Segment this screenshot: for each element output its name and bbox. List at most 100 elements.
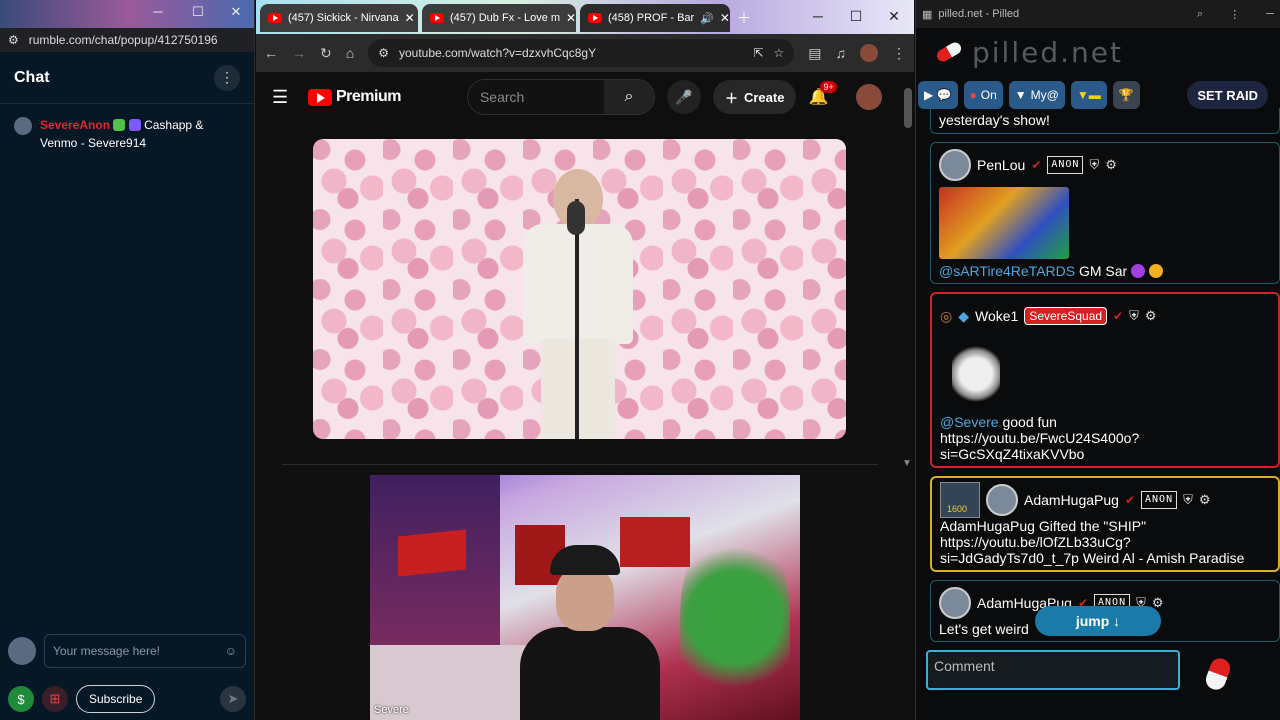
- pill-send-icon[interactable]: [1203, 655, 1233, 693]
- bookmark-star-icon[interactable]: ☆: [774, 46, 785, 60]
- youtube-premium-logo[interactable]: Premium: [308, 88, 401, 106]
- close-icon[interactable]: ✕: [882, 8, 906, 25]
- gear-icon[interactable]: ⚙: [1145, 308, 1157, 324]
- app-icon: ▦: [922, 8, 933, 21]
- youtube-link-cont[interactable]: si=JdGadyTs7d0_t_7p Weird Al - Amish Par…: [940, 550, 1244, 566]
- maximize-icon[interactable]: ☐: [844, 8, 868, 25]
- tab-close-icon[interactable]: ✕: [720, 11, 730, 25]
- more-options-icon[interactable]: ⋮: [214, 64, 240, 91]
- shield-icon[interactable]: ⛨: [1129, 308, 1139, 324]
- chat-title: Chat: [14, 68, 50, 86]
- profile-icon[interactable]: [860, 44, 878, 62]
- gift-icon[interactable]: ⊞: [42, 686, 68, 712]
- filter-pill-button[interactable]: ▼▬: [1070, 81, 1107, 109]
- forward-icon[interactable]: →: [292, 45, 306, 61]
- microphone: [567, 201, 585, 235]
- pilled-logo[interactable]: pilled.net: [972, 36, 1123, 69]
- youtube-link[interactable]: https://youtu.be/lOfZLb33uCg?: [940, 534, 1131, 550]
- site-info-icon[interactable]: ⚙: [378, 46, 389, 60]
- back-icon[interactable]: ←: [264, 45, 278, 61]
- toggle-on-button[interactable]: ● On: [963, 81, 1003, 109]
- graffiti-logo-image[interactable]: [952, 342, 1000, 406]
- minimize-icon[interactable]: ─: [806, 8, 830, 24]
- scroll-down-icon[interactable]: ▼: [902, 458, 912, 469]
- youtube-logo-icon: [308, 88, 332, 106]
- zoom-icon[interactable]: ⌕: [1197, 8, 1203, 21]
- minimize-icon[interactable]: ─: [1266, 8, 1274, 20]
- chrome-menu-icon[interactable]: ⋮: [892, 45, 906, 62]
- sartire-image[interactable]: [939, 187, 1069, 259]
- minimize-icon[interactable]: ─: [148, 4, 168, 19]
- notifications-bell-icon[interactable]: 🔔 9+: [808, 81, 837, 107]
- subscribe-button[interactable]: Subscribe: [76, 685, 156, 713]
- avatar[interactable]: [986, 484, 1018, 516]
- play-chat-button[interactable]: ▶ 💬: [918, 81, 958, 109]
- scrollbar-thumb[interactable]: [904, 88, 912, 128]
- audio-playing-icon[interactable]: 🔊: [700, 12, 714, 25]
- search-input[interactable]: Search: [467, 80, 604, 114]
- tab-close-icon[interactable]: ✕: [566, 11, 576, 25]
- set-raid-button[interactable]: SET RAID: [1187, 81, 1268, 109]
- tab-sickick[interactable]: (457) Sickick - Nirvana ✕: [260, 4, 418, 32]
- tab-prof[interactable]: (458) PROF - Bar 🔊 ✕: [580, 4, 730, 32]
- search-icon[interactable]: ⌕: [603, 80, 654, 114]
- menu-icon[interactable]: ⋮: [1229, 8, 1240, 21]
- reading-list-icon[interactable]: ▤: [808, 45, 821, 62]
- open-in-app-icon[interactable]: ⇱: [753, 46, 763, 60]
- voice-search-icon[interactable]: 🎤: [666, 80, 701, 114]
- username[interactable]: Woke1: [975, 308, 1018, 324]
- new-tab-icon[interactable]: ＋: [732, 8, 756, 28]
- home-icon[interactable]: ⌂: [346, 45, 354, 61]
- avatar[interactable]: [939, 587, 971, 619]
- webcam-overlay: Severe: [370, 475, 800, 720]
- rumble-url[interactable]: rumble.com/chat/popup/412750196: [29, 33, 218, 47]
- mention-link[interactable]: @sARTire4ReTARDS: [939, 263, 1075, 279]
- emoji-icon[interactable]: ☺: [225, 644, 237, 658]
- gift-text: AdamHugaPug Gifted the "SHIP": [940, 518, 1147, 534]
- gear-icon[interactable]: ⚙: [1199, 492, 1211, 508]
- shield-icon[interactable]: ⛨: [1089, 157, 1099, 173]
- address-url: youtube.com/watch?v=dzxvhCqc8gY: [398, 46, 597, 60]
- reload-icon[interactable]: ↻: [320, 45, 332, 62]
- chat-message-gift: 1600 AdamHugaPug ✔ ANON ⛨ ⚙ AdamHugaPug …: [930, 476, 1280, 572]
- username[interactable]: AdamHugaPug: [1024, 492, 1119, 508]
- trophy-icon[interactable]: 🏆: [1112, 81, 1140, 109]
- youtube-link-cont[interactable]: si=GcSXqZ4tixaKVVbo: [940, 446, 1084, 462]
- chat-input[interactable]: Your message here! ☺: [44, 634, 246, 668]
- site-settings-icon[interactable]: ⚙: [8, 33, 19, 47]
- mic-stand: [575, 199, 579, 439]
- hat-icon: ◆: [958, 308, 969, 324]
- purple-heart-icon: [1131, 264, 1146, 278]
- send-icon[interactable]: ➤: [220, 686, 246, 712]
- main-video-player[interactable]: [313, 139, 846, 439]
- mention-link[interactable]: @Severe: [940, 414, 999, 430]
- username[interactable]: PenLou: [977, 157, 1025, 173]
- tab-strip: (457) Sickick - Nirvana ✕ (457) Dub Fx -…: [256, 0, 914, 34]
- maximize-icon[interactable]: ☐: [188, 4, 208, 20]
- chat-username[interactable]: SevereAnon: [40, 118, 110, 132]
- palm-lamp: [680, 515, 790, 720]
- pilled-brand: pilled.net: [916, 28, 1280, 76]
- avatar[interactable]: [14, 117, 32, 135]
- message-text: good fun: [1002, 414, 1057, 430]
- plus-icon: ＋: [724, 90, 738, 106]
- create-button[interactable]: ＋ Create: [712, 80, 797, 114]
- on-label: On: [980, 88, 997, 102]
- shield-icon[interactable]: ⛨: [1183, 492, 1193, 508]
- avatar[interactable]: [939, 149, 971, 181]
- tip-dollar-icon[interactable]: $: [8, 686, 34, 712]
- account-avatar[interactable]: [856, 84, 883, 110]
- create-label: Create: [743, 89, 785, 105]
- address-bar[interactable]: ⚙ youtube.com/watch?v=dzxvhCqc8gY ⇱ ☆: [368, 39, 795, 67]
- close-icon[interactable]: ✕: [226, 4, 246, 20]
- jump-to-latest-button[interactable]: jump ↓: [1035, 606, 1161, 636]
- hamburger-menu-icon[interactable]: ☰: [272, 87, 296, 108]
- filter-my-button[interactable]: ▼ My@: [1008, 81, 1065, 109]
- comment-input[interactable]: Comment: [926, 650, 1180, 690]
- verified-check-icon: ✔: [1031, 158, 1042, 172]
- gear-icon[interactable]: ⚙: [1105, 157, 1117, 173]
- youtube-link[interactable]: https://youtu.be/FwcU24S400o?: [940, 430, 1139, 446]
- tab-close-icon[interactable]: ✕: [405, 11, 415, 25]
- media-control-icon[interactable]: ♫: [836, 45, 847, 61]
- tab-dubfx[interactable]: (457) Dub Fx - Love m ✕: [422, 4, 576, 32]
